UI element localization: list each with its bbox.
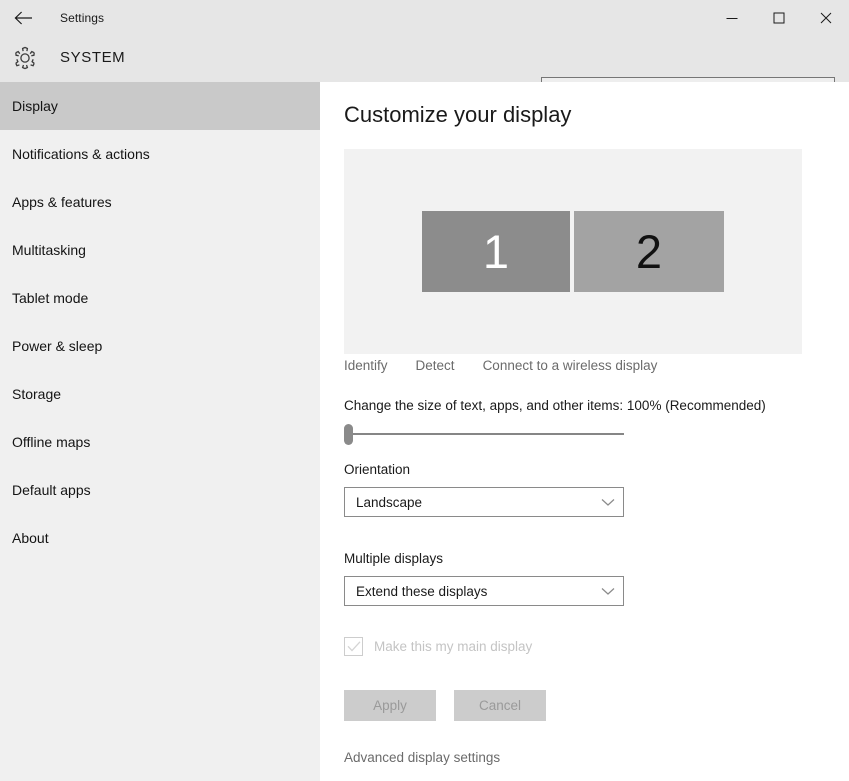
sidebar-item-label: Tablet mode [12, 290, 89, 306]
scale-slider-label: Change the size of text, apps, and other… [344, 398, 766, 413]
back-button[interactable] [0, 0, 46, 36]
chevron-down-icon [593, 498, 623, 507]
connect-wireless-display-link[interactable]: Connect to a wireless display [483, 358, 658, 373]
main-display-checkbox [344, 637, 363, 656]
sidebar-item-label: Display [12, 98, 58, 114]
sidebar-item-apps-features[interactable]: Apps & features [0, 178, 320, 226]
sidebar-item-multitasking[interactable]: Multitasking [0, 226, 320, 274]
close-button[interactable] [802, 0, 849, 36]
sidebar-item-about[interactable]: About [0, 514, 320, 562]
monitor-2[interactable]: 2 [574, 211, 724, 292]
slider-track [344, 433, 624, 435]
app-title: Settings [60, 11, 105, 25]
orientation-value: Landscape [356, 494, 423, 510]
maximize-button[interactable] [755, 0, 802, 36]
orientation-dropdown[interactable]: Landscape [344, 487, 624, 517]
orientation-label: Orientation [344, 462, 411, 477]
minimize-icon [726, 18, 737, 19]
sidebar-item-label: Power & sleep [12, 338, 103, 354]
section-title: SYSTEM [60, 49, 126, 66]
display-arrangement-preview[interactable]: 1 2 [344, 149, 802, 354]
main-display-checkbox-label: Make this my main display [374, 639, 533, 654]
sidebar-item-display[interactable]: Display [0, 82, 320, 130]
sidebar-item-storage[interactable]: Storage [0, 370, 320, 418]
sidebar-item-label: Default apps [12, 482, 91, 498]
cancel-button: Cancel [454, 690, 546, 721]
sidebar-item-label: Apps & features [12, 194, 112, 210]
multiple-displays-value: Extend these displays [356, 583, 488, 599]
slider-thumb[interactable] [344, 424, 353, 445]
scale-slider[interactable] [344, 422, 624, 446]
window-controls [708, 0, 849, 36]
monitor-number: 1 [482, 225, 510, 278]
action-buttons: Apply Cancel [344, 690, 546, 721]
sidebar-item-label: Storage [12, 386, 62, 402]
multiple-displays-dropdown[interactable]: Extend these displays [344, 576, 624, 606]
checkmark-icon [347, 641, 360, 652]
sidebar-item-label: About [12, 530, 49, 546]
page-title: Customize your display [344, 102, 572, 127]
apply-button: Apply [344, 690, 436, 721]
close-icon [820, 12, 831, 24]
gear-icon [11, 44, 39, 72]
identify-link[interactable]: Identify [344, 358, 388, 373]
sidebar-item-power-sleep[interactable]: Power & sleep [0, 322, 320, 370]
display-action-links: Identify Detect Connect to a wireless di… [344, 358, 657, 373]
sidebar-item-label: Multitasking [12, 242, 86, 258]
settings-window: Settings SYSTEM Find a setting Display N… [0, 0, 849, 781]
sidebar-item-default-apps[interactable]: Default apps [0, 466, 320, 514]
detect-link[interactable]: Detect [416, 358, 455, 373]
advanced-display-settings-link[interactable]: Advanced display settings [344, 750, 500, 765]
settings-header: SYSTEM [0, 36, 849, 106]
sidebar-item-label: Notifications & actions [12, 146, 150, 162]
sidebar: Display Notifications & actions Apps & f… [0, 82, 320, 781]
maximize-icon [773, 12, 784, 24]
sidebar-item-tablet-mode[interactable]: Tablet mode [0, 274, 320, 322]
sidebar-item-offline-maps[interactable]: Offline maps [0, 418, 320, 466]
monitor-number: 2 [635, 225, 663, 278]
sidebar-item-notifications-actions[interactable]: Notifications & actions [0, 130, 320, 178]
title-bar: Settings [0, 0, 849, 36]
main-display-checkbox-row: Make this my main display [344, 637, 532, 656]
sidebar-item-label: Offline maps [12, 434, 91, 450]
multiple-displays-label: Multiple displays [344, 551, 444, 566]
monitor-1[interactable]: 1 [422, 211, 570, 292]
main-content: Customize your display 1 2 Identify Dete… [320, 82, 849, 781]
minimize-button[interactable] [708, 0, 755, 36]
chevron-down-icon [593, 587, 623, 596]
back-arrow-icon [14, 11, 32, 25]
